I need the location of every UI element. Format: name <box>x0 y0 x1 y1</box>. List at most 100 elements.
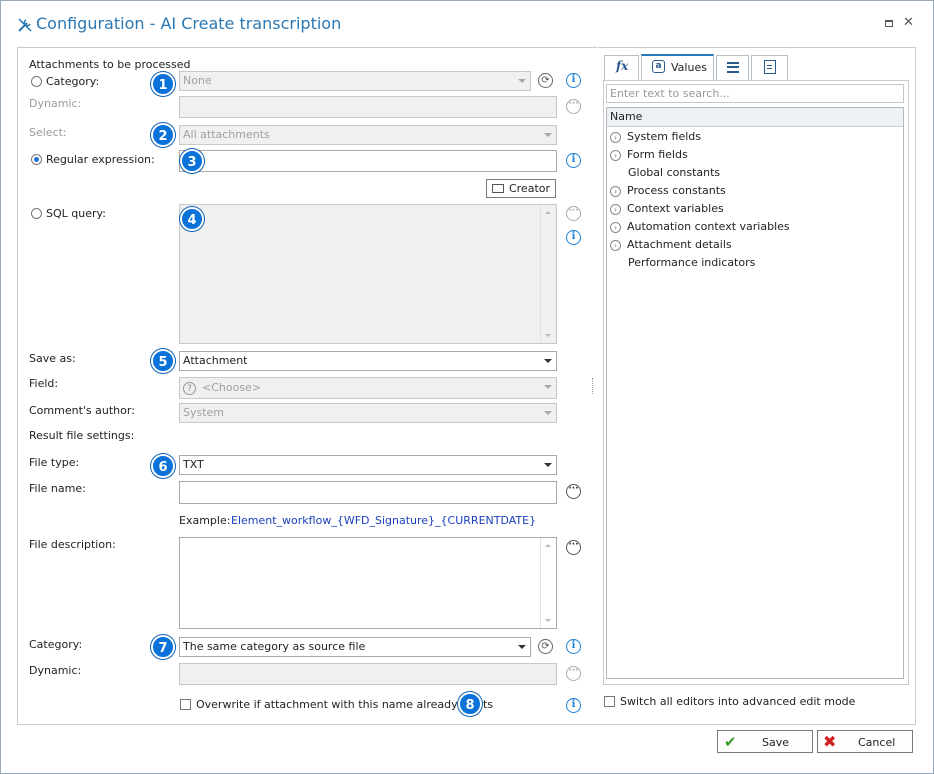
badge-8: 8 <box>458 692 482 716</box>
expand-icon[interactable]: › <box>610 131 621 143</box>
file-type-value: TXT <box>183 458 204 471</box>
column-header-name[interactable]: Name <box>607 108 903 127</box>
category-select[interactable]: None <box>179 71 531 91</box>
tree-item-context-variables[interactable]: › Context variables <box>610 200 724 218</box>
maximize-icon[interactable] <box>885 20 893 27</box>
file-name-label: File name: <box>29 482 86 495</box>
select-dropdown: All attachments <box>179 125 557 145</box>
tree-item-attachment-details[interactable]: › Attachment details <box>610 236 732 254</box>
cancel-button-label: Cancel <box>858 736 896 749</box>
example-value: Element_workflow_{WFD_Signature}_{CURREN… <box>231 514 537 527</box>
sql-label: SQL query: <box>46 207 106 220</box>
more-icon[interactable]: ··· <box>566 484 581 499</box>
category-select-value: None <box>183 74 212 87</box>
creator-button-label: Creator <box>508 182 551 195</box>
close-icon[interactable]: ✕ <box>903 15 914 30</box>
tree-item-form-fields[interactable]: › Form fields <box>610 146 688 164</box>
file-name-input[interactable] <box>179 481 557 504</box>
tab-values[interactable]: a Values <box>641 54 714 80</box>
tree-item-label: Automation context variables <box>627 220 790 233</box>
tab-form[interactable] <box>751 55 788 80</box>
more-icon: ··· <box>566 206 581 221</box>
expand-icon[interactable]: › <box>610 203 621 215</box>
form-icon <box>764 60 776 74</box>
column-name-label: Name <box>610 110 643 123</box>
select-label: Select: <box>29 126 67 139</box>
tab-list[interactable] <box>716 55 749 80</box>
badge-1: 1 <box>151 72 175 96</box>
more-icon: ··· <box>566 666 581 681</box>
field-select: ? <Choose> <box>179 377 557 399</box>
category2-select[interactable]: The same category as source file <box>179 637 531 657</box>
tree-item-automation-context-variables[interactable]: › Automation context variables <box>610 218 790 236</box>
regex-label: Regular expression: <box>46 153 155 166</box>
advanced-mode-label: Switch all editors into advanced edit mo… <box>620 695 856 708</box>
sql-textarea <box>179 204 557 344</box>
search-placeholder: Enter text to search... <box>610 87 730 100</box>
regex-input[interactable] <box>179 150 557 172</box>
category-radio[interactable] <box>31 76 42 87</box>
refresh-icon[interactable]: ⟳ <box>538 73 553 88</box>
example-label: Example: <box>179 514 231 527</box>
fx-icon: fx <box>616 59 629 73</box>
tools-icon <box>18 18 32 32</box>
advanced-mode-checkbox[interactable] <box>604 696 615 707</box>
save-as-value: Attachment <box>183 354 248 367</box>
splitter-handle[interactable] <box>592 378 594 394</box>
attachments-section-label: Attachments to be processed <box>29 58 191 71</box>
comment-author-select: System <box>179 403 557 423</box>
more-icon[interactable]: ··· <box>566 540 581 555</box>
tree-item-label: System fields <box>627 130 701 143</box>
tree-item-system-fields[interactable]: › System fields <box>610 128 701 146</box>
tree-item-process-constants[interactable]: › Process constants <box>610 182 726 200</box>
category-label: Category: <box>46 75 100 88</box>
field-select-value: <Choose> <box>202 381 262 394</box>
search-input[interactable]: Enter text to search... <box>606 84 904 103</box>
file-description-textarea[interactable] <box>179 537 557 629</box>
tree-item-performance-indicators[interactable]: Performance indicators <box>610 254 755 272</box>
info-icon[interactable]: i <box>566 230 581 245</box>
list-icon <box>727 62 739 73</box>
expand-icon[interactable]: › <box>610 221 621 233</box>
file-type-select[interactable]: TXT <box>179 455 557 475</box>
save-as-select[interactable]: Attachment <box>179 351 557 371</box>
expand-icon[interactable]: › <box>610 239 621 251</box>
file-description-label: File description: <box>29 538 116 551</box>
category2-label: Category: <box>29 638 83 651</box>
badge-7: 7 <box>151 635 175 659</box>
tree-item-label: Context variables <box>627 202 724 215</box>
tree-item-label: Performance indicators <box>628 256 756 269</box>
info-icon[interactable]: i <box>566 153 581 168</box>
expand-icon[interactable]: › <box>610 149 621 161</box>
info-icon[interactable]: i <box>566 639 581 654</box>
creator-button[interactable]: Creator <box>486 179 556 198</box>
save-button[interactable]: ✔ Save <box>717 730 813 753</box>
overwrite-label: Overwrite if attachment with this name a… <box>196 698 494 711</box>
cancel-button[interactable]: ✖ Cancel <box>817 730 913 753</box>
tree-item-label: Form fields <box>627 148 688 161</box>
info-icon[interactable]: i <box>566 73 581 88</box>
badge-6: 6 <box>151 454 175 478</box>
checkmark-icon: ✔ <box>724 733 737 751</box>
values-icon: a <box>652 60 665 73</box>
field-label: Field: <box>29 377 59 390</box>
expand-icon[interactable]: › <box>610 185 621 197</box>
badge-2: 2 <box>151 123 175 147</box>
tab-values-label: Values <box>671 61 707 74</box>
info-icon[interactable]: i <box>566 698 581 713</box>
overwrite-checkbox[interactable] <box>180 699 191 710</box>
sql-radio[interactable] <box>31 208 42 219</box>
tree-item-label: Global constants <box>628 166 721 179</box>
cancel-x-icon: ✖ <box>823 732 837 751</box>
tab-functions[interactable]: fx <box>604 55 639 80</box>
badge-3: 3 <box>180 149 204 173</box>
regex-radio[interactable] <box>31 154 42 165</box>
save-as-label: Save as: <box>29 352 76 365</box>
refresh-icon[interactable]: ⟳ <box>538 639 553 654</box>
tree-item-global-constants[interactable]: Global constants <box>610 164 720 182</box>
badge-5: 5 <box>151 349 175 373</box>
save-button-label: Save <box>762 736 790 749</box>
comment-author-value: System <box>183 406 225 419</box>
dynamic-input <box>179 96 557 118</box>
tree-item-label: Attachment details <box>627 238 732 251</box>
